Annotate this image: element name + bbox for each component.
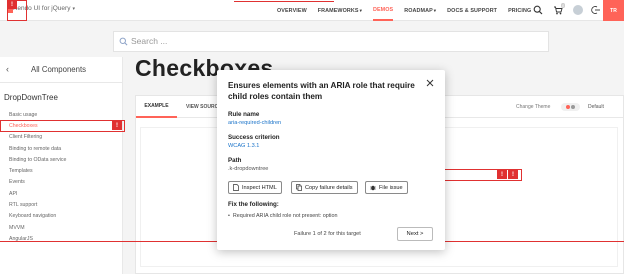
a11y-failure-dialog: Ensures elements with an ARIA role that … — [217, 70, 445, 250]
issue-marker[interactable]: ! — [497, 170, 507, 179]
logout-icon[interactable] — [591, 5, 601, 15]
all-components-link[interactable]: All Components — [31, 65, 86, 74]
top-header: Kendo UI for jQuery ▾ OVERVIEW FRAMEWORKS… — [0, 0, 624, 21]
sidebar-header: ‹ All Components — [0, 57, 123, 83]
fix-item: • Required ARIA child role not present: o… — [228, 213, 337, 219]
nav-label: FRAMEWORKS — [317, 7, 359, 14]
rule-name-label: Rule name — [228, 111, 260, 118]
cart-count-badge: 0 — [561, 3, 566, 8]
rule-name-link[interactable]: aria-required-children — [228, 120, 281, 126]
sidebar-item-label: Client Filtering — [9, 134, 43, 141]
sidebar-item-label: Binding to remote data — [9, 145, 62, 152]
marker-symbol: ! — [11, 1, 13, 8]
sidebar-section-title: DropDownTree — [4, 93, 58, 102]
sidebar-item-templates[interactable]: Templates — [0, 165, 123, 176]
trial-label: TR — [610, 7, 617, 14]
sidebar-item-events[interactable]: Events — [0, 177, 123, 188]
nav-pricing[interactable]: PRICING — [508, 0, 531, 21]
path-value: .k-dropdowntree — [228, 166, 269, 172]
sidebar-item-api[interactable]: API — [0, 188, 123, 199]
tab-example[interactable]: EXAMPLE — [136, 96, 177, 118]
theme-dot — [571, 105, 575, 109]
sidebar-item-label: MVVM — [9, 224, 25, 231]
copy-icon — [296, 184, 302, 191]
close-icon[interactable] — [426, 79, 434, 87]
failure-counter: Failure 1 of 2 for this target — [294, 231, 361, 237]
sidebar-item-keyboard-nav[interactable]: Keyboard navigation — [0, 211, 123, 222]
file-issue-button[interactable]: File issue — [365, 181, 408, 194]
sidebar-item-odata[interactable]: Binding to OData service — [0, 154, 123, 165]
marker-symbol: ! — [501, 171, 503, 178]
nav-roadmap[interactable]: ROADMAP ▾ — [404, 0, 436, 21]
sidebar-item-basic-usage[interactable]: Basic usage — [0, 109, 123, 120]
marker-symbol: ! — [116, 122, 118, 129]
chevron-left-icon[interactable]: ‹ — [6, 64, 9, 74]
issue-highlight-line — [234, 1, 334, 2]
avatar[interactable] — [573, 5, 583, 15]
path-label: Path — [228, 157, 242, 164]
sidebar-item-label: Keyboard navigation — [9, 213, 57, 220]
sidebar-item-mvvm[interactable]: MVVM — [0, 222, 123, 233]
sidebar-item-label: Templates — [9, 168, 33, 175]
button-label: Inspect HTML — [242, 184, 277, 191]
next-button[interactable]: Next > — [397, 227, 433, 241]
inspect-html-button[interactable]: Inspect HTML — [228, 181, 282, 194]
bug-icon — [370, 185, 376, 191]
sidebar-item-label: API — [9, 190, 18, 197]
success-criterion-label: Success criterion — [228, 134, 280, 141]
success-criterion-link[interactable]: WCAG 1.3.1 — [228, 143, 259, 149]
chevron-down-icon: ▾ — [72, 6, 75, 12]
dialog-title: Ensures elements with an ARIA role that … — [228, 81, 415, 101]
nav-label: DOCS & SUPPORT — [447, 7, 498, 14]
button-label: Next > — [406, 231, 424, 237]
issue-marker[interactable]: ! — [508, 170, 518, 179]
search-placeholder: Search ... — [131, 36, 168, 46]
nav-label: DEMOS — [372, 6, 394, 13]
search-icon[interactable] — [533, 5, 543, 15]
sidebar-item-label: Binding to OData service — [9, 156, 67, 163]
sidebar-item-remote-data[interactable]: Binding to remote data — [0, 143, 123, 154]
theme-value[interactable]: Default — [588, 104, 604, 110]
nav-label: OVERVIEW — [277, 7, 307, 14]
free-trial-button[interactable]: TR — [603, 0, 624, 21]
main-nav: OVERVIEW FRAMEWORKS ▾ DEMOS ROADMAP ▾ DOCS… — [277, 0, 542, 21]
nav-docs-support[interactable]: DOCS & SUPPORT — [447, 0, 497, 21]
document-icon — [233, 184, 239, 191]
search-input[interactable]: Search ... — [113, 31, 549, 52]
nav-overview[interactable]: OVERVIEW — [277, 0, 307, 21]
copy-failure-details-button[interactable]: Copy failure details — [291, 181, 358, 194]
bullet-icon: • — [228, 213, 230, 219]
marker-symbol: ! — [512, 171, 514, 178]
nav-label: ROADMAP — [404, 7, 433, 14]
issue-marker[interactable]: ! — [7, 0, 17, 9]
change-theme-label: Change Theme — [516, 104, 551, 110]
search-icon — [119, 37, 128, 46]
button-label: File issue — [379, 184, 403, 191]
nav-demos[interactable]: DEMOS — [372, 0, 394, 21]
theme-selector[interactable] — [561, 103, 580, 111]
button-label: Copy failure details — [305, 184, 353, 191]
sidebar-item-label: Basic usage — [9, 111, 38, 118]
sidebar-item-client-filtering[interactable]: Client Filtering — [0, 132, 123, 143]
sidebar-item-label: Events — [9, 179, 25, 186]
fix-following-label: Fix the following: — [228, 201, 279, 208]
chevron-down-icon: ▾ — [433, 7, 437, 13]
theme-dot — [566, 105, 570, 109]
issue-marker[interactable]: ! — [112, 121, 122, 130]
issue-highlight — [0, 120, 125, 132]
sidebar-item-angularjs[interactable]: AngularJS — [0, 233, 123, 244]
chevron-down-icon: ▾ — [359, 7, 362, 13]
sidebar-item-rtl[interactable]: RTL support — [0, 199, 123, 210]
fix-item-text: Required ARIA child role not present: op… — [232, 213, 338, 219]
tab-label: EXAMPLE — [144, 103, 169, 109]
nav-frameworks[interactable]: FRAMEWORKS ▾ — [318, 0, 362, 21]
nav-label: PRICING — [508, 7, 532, 14]
sidebar-item-label: RTL support — [9, 202, 38, 209]
